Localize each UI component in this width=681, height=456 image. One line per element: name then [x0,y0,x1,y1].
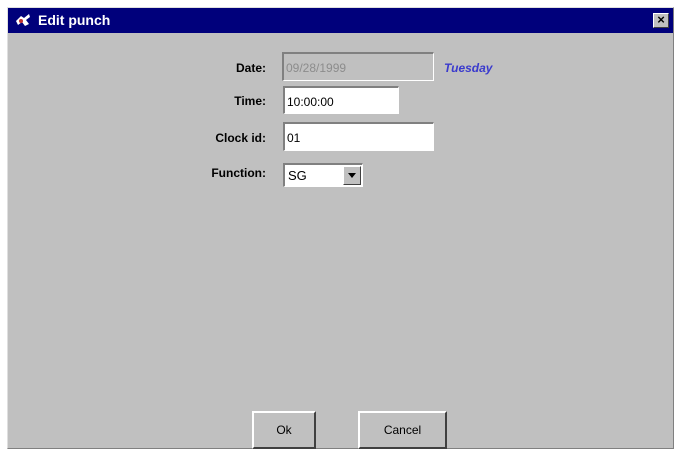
chevron-down-icon[interactable] [343,166,361,185]
time-field[interactable] [283,86,399,114]
function-label: Function: [211,166,266,180]
app-icon [16,14,30,26]
weekday-text: Tuesday [444,61,493,75]
cancel-button[interactable]: Cancel [358,411,447,449]
function-selected-value: SG [288,168,307,183]
close-icon[interactable]: × [653,13,669,28]
date-label: Date: [235,61,266,75]
clock-id-field[interactable] [283,122,434,151]
date-field[interactable] [282,52,434,81]
ok-button[interactable]: Ok [252,411,316,449]
title-bar[interactable]: Edit punch × [8,8,673,33]
function-select[interactable]: SG [283,163,363,187]
edit-punch-dialog: Edit punch × Date: Tuesday Time: Clock i… [7,7,674,449]
time-label: Time: [234,94,266,108]
clock-id-label: Clock id: [215,131,266,145]
window-title: Edit punch [38,12,111,28]
